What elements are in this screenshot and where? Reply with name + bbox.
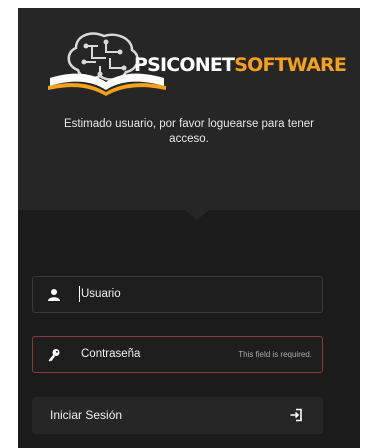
- brand-name-part2: SOFTWARE: [234, 54, 347, 76]
- book-icon: [48, 73, 166, 96]
- login-subtitle: Estimado usuario, por favor loguearse pa…: [64, 118, 314, 145]
- header-notch: [185, 210, 209, 220]
- login-button-label: Iniciar Sesión: [50, 408, 123, 422]
- text-cursor: [79, 286, 80, 302]
- login-button[interactable]: Iniciar Sesión: [32, 397, 323, 434]
- brand-name: PSICONETSOFTWARE: [134, 54, 347, 76]
- sign-in-icon: [290, 408, 302, 422]
- password-field[interactable]: Contraseña This field is required.: [32, 336, 323, 373]
- password-error-message: This field is required.: [238, 350, 312, 359]
- brand-name-part1: PSICONET: [134, 54, 235, 76]
- key-icon: [48, 349, 60, 362]
- password-placeholder: Contraseña: [81, 348, 141, 360]
- user-icon: [48, 289, 60, 301]
- login-header: PSICONETSOFTWARE Estimado usuario, por f…: [18, 8, 360, 210]
- username-field[interactable]: Usuario: [32, 276, 323, 313]
- login-panel: PSICONETSOFTWARE Estimado usuario, por f…: [18, 8, 360, 448]
- brain-icon: [67, 32, 139, 81]
- username-placeholder: Usuario: [81, 288, 121, 300]
